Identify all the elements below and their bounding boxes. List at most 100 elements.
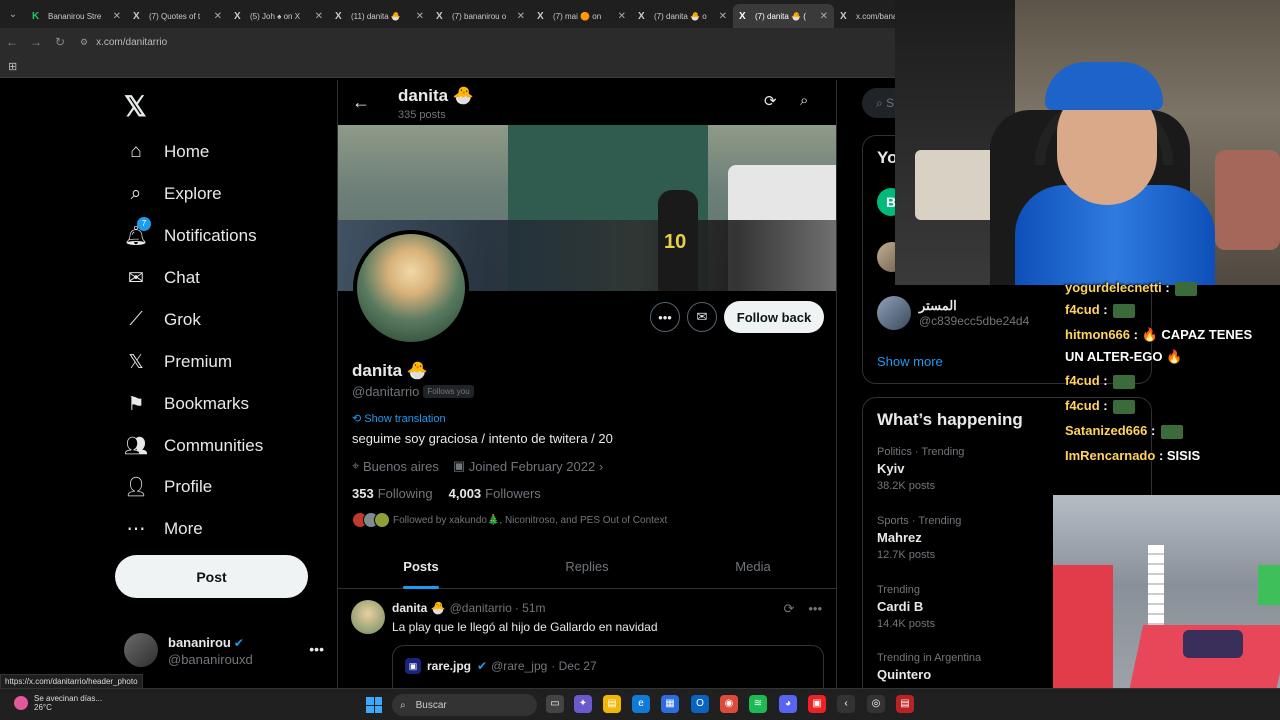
- tweet-handle[interactable]: @danitarrio: [450, 601, 512, 615]
- app-icon[interactable]: ‹: [837, 695, 855, 713]
- edge-icon[interactable]: e: [632, 695, 650, 713]
- task-view-icon[interactable]: ▭: [546, 695, 564, 713]
- suggested-user-name: المستر: [919, 298, 957, 313]
- suggested-user[interactable]: المستر @c839ecc5dbe24d4: [877, 296, 1029, 330]
- x-logo-icon[interactable]: 𝕏: [124, 90, 147, 123]
- followers-label[interactable]: Followers: [485, 486, 541, 501]
- tab-replies[interactable]: Replies: [504, 547, 670, 588]
- bell-icon: 🔔︎ 7: [124, 217, 151, 248]
- store-icon[interactable]: ▦: [661, 695, 679, 713]
- chat-username: f4cud: [1065, 302, 1100, 317]
- sidebar-item-chat[interactable]: ✉ Chat: [124, 266, 200, 290]
- tweet-actions: ⟳ •••: [783, 601, 822, 617]
- more-dots-icon[interactable]: •••: [309, 641, 324, 657]
- close-tab-icon[interactable]: ✕: [517, 11, 525, 22]
- back-arrow-icon[interactable]: ←: [352, 92, 370, 113]
- taskbar-search-label: Buscar: [415, 699, 447, 711]
- avatar[interactable]: [351, 600, 385, 634]
- x-favicon-icon: X: [234, 10, 241, 22]
- x-favicon-icon: X: [436, 10, 443, 22]
- browser-tab[interactable]: X (7) Quotes of t ✕: [127, 4, 228, 28]
- tab-title: (7) danita 🐣 (: [755, 11, 806, 21]
- chat-username: f4cud: [1065, 398, 1100, 413]
- close-tab-icon[interactable]: ✕: [214, 11, 222, 22]
- browser-tab[interactable]: X (11) danita 🐣 ✕: [329, 4, 430, 28]
- close-tab-icon[interactable]: ✕: [315, 11, 323, 22]
- tab-media[interactable]: Media: [670, 547, 836, 588]
- sidebar-item-premium[interactable]: 𝕏 Premium: [124, 350, 232, 374]
- url-field[interactable]: ⚙ x.com/danitarrio: [80, 31, 880, 53]
- message-button[interactable]: ✉: [687, 302, 717, 332]
- post-button[interactable]: Post: [115, 555, 308, 598]
- followed-by-row[interactable]: Followed by xakundo🎄, Niconitroso, and P…: [352, 512, 667, 528]
- trend-item[interactable]: Trending Cardi B 14.4K posts: [877, 584, 935, 630]
- sidebar-item-explore[interactable]: ⌕ Explore: [124, 182, 222, 206]
- file-explorer-icon[interactable]: ▤: [603, 695, 621, 713]
- windows-start-icon[interactable]: [366, 697, 382, 713]
- site-info-icon[interactable]: ⚙: [80, 37, 88, 48]
- sidebar-item-profile[interactable]: 👤︎ Profile: [124, 475, 212, 499]
- follow-back-button[interactable]: Follow back: [724, 301, 824, 333]
- notification-badge: 7: [137, 217, 151, 231]
- close-tab-icon[interactable]: ✕: [719, 11, 727, 22]
- browser-tab[interactable]: X (7) mai 🟠 on ✕: [531, 4, 632, 28]
- trend-item[interactable]: Trending in Argentina Quintero: [877, 652, 981, 686]
- search-icon[interactable]: ⌕: [800, 92, 808, 109]
- grok-icon[interactable]: ⟳: [783, 601, 794, 617]
- show-more-link[interactable]: Show more: [877, 354, 943, 369]
- more-options-button[interactable]: •••: [650, 302, 680, 332]
- weather-widget[interactable]: Se avecinan días... 26°C: [14, 694, 102, 712]
- back-nav-icon[interactable]: ←: [0, 35, 24, 49]
- sidebar-item-grok[interactable]: ⟋ Grok: [124, 308, 201, 332]
- trend-context: Trending in Argentina: [877, 652, 982, 664]
- profile-avatar[interactable]: [353, 230, 469, 346]
- close-tab-icon[interactable]: ✕: [113, 11, 121, 22]
- tweet-time[interactable]: · 51m: [515, 601, 546, 615]
- forward-nav-icon[interactable]: →: [24, 35, 48, 49]
- tweet[interactable]: danita 🐣 @danitarrio · 51m ⟳ ••• La play…: [338, 589, 836, 688]
- outlook-icon[interactable]: O: [691, 695, 709, 713]
- tab-posts[interactable]: Posts: [338, 547, 504, 589]
- quoted-tweet[interactable]: ▣ rare.jpg ✔ @rare_jpg · Dec 27: [392, 645, 824, 688]
- copilot-icon[interactable]: ✦: [574, 695, 592, 713]
- show-translation-link[interactable]: ⟲ Show translation: [352, 412, 446, 425]
- followers-count[interactable]: 4,003: [449, 486, 482, 501]
- browser-tab[interactable]: K Bananirou Stre ✕: [26, 4, 127, 28]
- browser-tab[interactable]: X (7) bananirou o ✕: [430, 4, 531, 28]
- tab-list-chevron-icon[interactable]: ⌄: [0, 0, 26, 28]
- browser-tab[interactable]: X (5) Joh ♠ on X ✕: [228, 4, 329, 28]
- sidebar-item-notifications[interactable]: 🔔︎ 7 Notifications: [124, 217, 257, 248]
- account-switcher[interactable]: bananirou ✔ @bananirouxd •••: [124, 633, 324, 667]
- reload-icon[interactable]: ↻: [48, 35, 72, 49]
- x-premium-icon: 𝕏: [128, 351, 144, 373]
- sidebar-item-more[interactable]: ⋯ More: [124, 517, 203, 541]
- app-icon[interactable]: ▤: [896, 695, 914, 713]
- account-handle: @bananirouxd: [168, 651, 253, 667]
- close-tab-icon[interactable]: ✕: [618, 11, 626, 22]
- close-tab-icon[interactable]: ✕: [820, 11, 828, 22]
- trend-item[interactable]: Politics · Trending Kyiv 38.2K posts: [877, 446, 964, 492]
- grok-icon[interactable]: ⟳: [764, 92, 777, 110]
- app-icon[interactable]: ▣: [808, 695, 826, 713]
- sidebar-item-bookmarks[interactable]: ⚑ Bookmarks: [124, 392, 249, 416]
- apps-grid-icon[interactable]: ⊞: [8, 60, 17, 73]
- close-tab-icon[interactable]: ✕: [416, 11, 424, 22]
- more-dots-icon[interactable]: •••: [808, 601, 822, 617]
- following-count[interactable]: 353: [352, 486, 374, 501]
- following-label[interactable]: Following: [378, 486, 433, 501]
- profile-joined[interactable]: Joined February 2022: [469, 459, 595, 474]
- chat-message: f4cud :: [1065, 373, 1136, 389]
- sidebar-item-communities[interactable]: 👥︎ Communities: [124, 434, 263, 458]
- trend-item[interactable]: Sports · Trending Mahrez 12.7K posts: [877, 515, 961, 561]
- obs-icon[interactable]: ◎: [867, 695, 885, 713]
- chrome-icon[interactable]: ◉: [720, 695, 738, 713]
- browser-tab[interactable]: X (7) danita 🐣 o ✕: [632, 4, 733, 28]
- tweet-author[interactable]: danita 🐣: [392, 601, 446, 615]
- kick-favicon-icon: K: [32, 10, 40, 22]
- spotify-icon[interactable]: ≋: [749, 695, 767, 713]
- browser-tab[interactable]: X (7) danita 🐣 (✕: [733, 4, 834, 28]
- discord-icon[interactable]: ◕: [779, 695, 797, 713]
- x-favicon-icon: X: [840, 10, 847, 22]
- sidebar-item-home[interactable]: ⌂ Home: [124, 140, 209, 164]
- taskbar-search[interactable]: ⌕ Buscar: [392, 694, 537, 716]
